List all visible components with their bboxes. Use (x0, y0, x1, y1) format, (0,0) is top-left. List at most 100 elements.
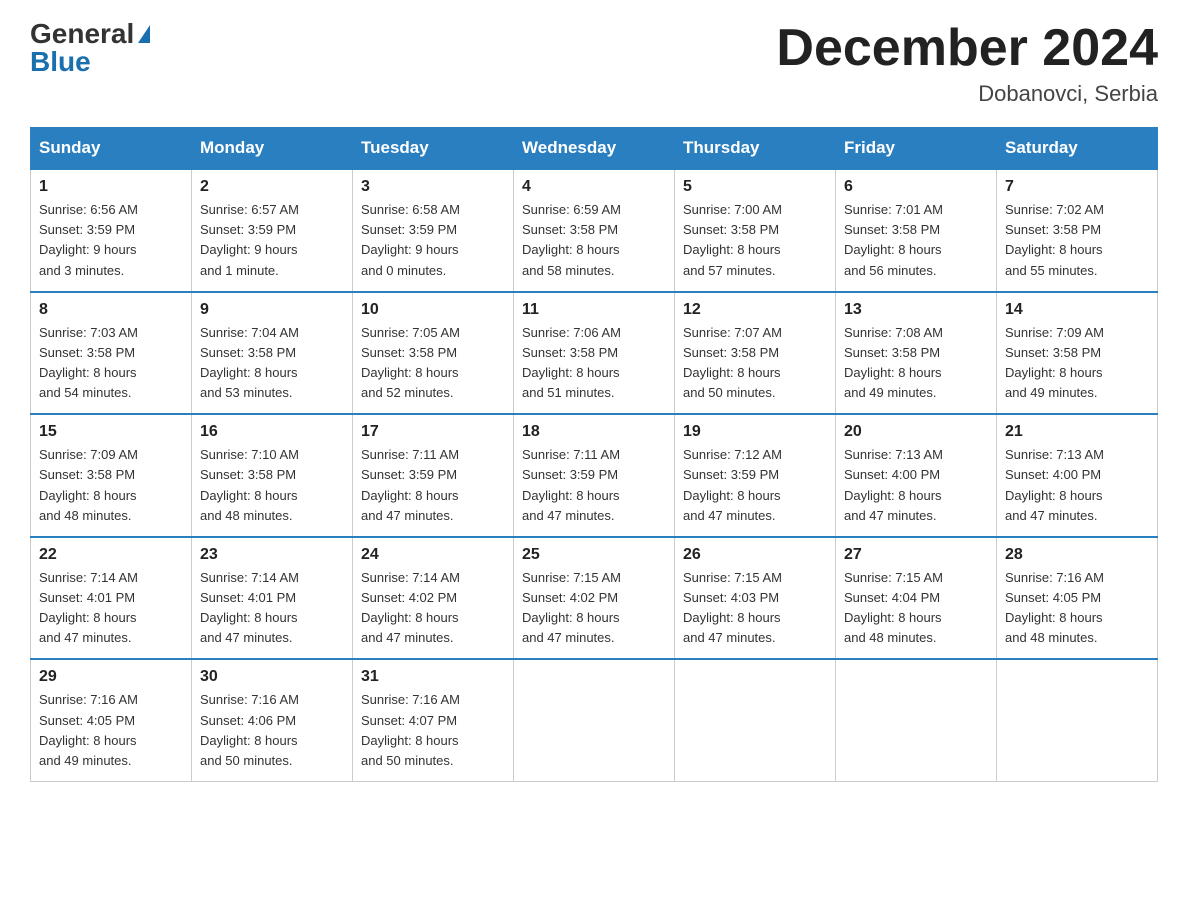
day-info: Sunrise: 7:15 AMSunset: 4:04 PMDaylight:… (844, 568, 988, 649)
weekday-header-wednesday: Wednesday (514, 128, 675, 170)
day-info: Sunrise: 7:02 AMSunset: 3:58 PMDaylight:… (1005, 200, 1149, 281)
day-number: 23 (200, 546, 344, 564)
day-info: Sunrise: 7:14 AMSunset: 4:01 PMDaylight:… (39, 568, 183, 649)
day-info: Sunrise: 7:16 AMSunset: 4:07 PMDaylight:… (361, 690, 505, 771)
calendar-cell: 21Sunrise: 7:13 AMSunset: 4:00 PMDayligh… (997, 414, 1158, 537)
calendar-cell: 31 Sunrise: 7:16 AMSunset: 4:07 PMDayligh… (353, 659, 514, 781)
location-text: Dobanovci, Serbia (776, 81, 1158, 107)
day-number: 27 (844, 546, 988, 564)
day-number: 14 (1005, 301, 1149, 319)
calendar-cell: 11 Sunrise: 7:06 AMSunset: 3:58 PMDayligh… (514, 292, 675, 415)
calendar-cell: 23 Sunrise: 7:14 AMSunset: 4:01 PMDayligh… (192, 537, 353, 660)
weekday-header-thursday: Thursday (675, 128, 836, 170)
day-number: 24 (361, 546, 505, 564)
day-info: Sunrise: 7:16 AMSunset: 4:06 PMDaylight:… (200, 690, 344, 771)
title-block: December 2024 Dobanovci, Serbia (776, 20, 1158, 107)
day-number: 31 (361, 668, 505, 686)
calendar-cell: 22 Sunrise: 7:14 AMSunset: 4:01 PMDayligh… (31, 537, 192, 660)
calendar-cell: 4 Sunrise: 6:59 AMSunset: 3:58 PMDaylight… (514, 169, 675, 292)
day-info: Sunrise: 7:13 AMSunset: 4:00 PMDaylight:… (1005, 445, 1149, 526)
weekday-header-tuesday: Tuesday (353, 128, 514, 170)
calendar-cell: 19 Sunrise: 7:12 AMSunset: 3:59 PMDayligh… (675, 414, 836, 537)
day-number: 20 (844, 423, 988, 441)
day-info: Sunrise: 7:09 AMSunset: 3:58 PMDaylight:… (1005, 323, 1149, 404)
day-number: 8 (39, 301, 183, 319)
calendar-table: SundayMondayTuesdayWednesdayThursdayFrid… (30, 127, 1158, 782)
day-info: Sunrise: 6:56 AMSunset: 3:59 PMDaylight:… (39, 200, 183, 281)
calendar-cell: 10 Sunrise: 7:05 AMSunset: 3:58 PMDayligh… (353, 292, 514, 415)
calendar-week-row: 15 Sunrise: 7:09 AMSunset: 3:58 PMDayligh… (31, 414, 1158, 537)
calendar-cell (997, 659, 1158, 781)
calendar-cell: 2 Sunrise: 6:57 AMSunset: 3:59 PMDaylight… (192, 169, 353, 292)
day-number: 1 (39, 178, 183, 196)
day-info: Sunrise: 7:11 AMSunset: 3:59 PMDaylight:… (522, 445, 666, 526)
calendar-cell (836, 659, 997, 781)
day-number: 11 (522, 301, 666, 319)
day-info: Sunrise: 7:05 AMSunset: 3:58 PMDaylight:… (361, 323, 505, 404)
day-number: 13 (844, 301, 988, 319)
calendar-cell: 29 Sunrise: 7:16 AMSunset: 4:05 PMDayligh… (31, 659, 192, 781)
calendar-cell: 3Sunrise: 6:58 AMSunset: 3:59 PMDaylight… (353, 169, 514, 292)
day-number: 7 (1005, 178, 1149, 196)
calendar-cell: 1 Sunrise: 6:56 AMSunset: 3:59 PMDaylight… (31, 169, 192, 292)
weekday-header-sunday: Sunday (31, 128, 192, 170)
day-info: Sunrise: 7:15 AMSunset: 4:03 PMDaylight:… (683, 568, 827, 649)
calendar-cell: 8 Sunrise: 7:03 AMSunset: 3:58 PMDaylight… (31, 292, 192, 415)
day-info: Sunrise: 7:09 AMSunset: 3:58 PMDaylight:… (39, 445, 183, 526)
calendar-cell: 9Sunrise: 7:04 AMSunset: 3:58 PMDaylight… (192, 292, 353, 415)
day-number: 3 (361, 178, 505, 196)
day-number: 26 (683, 546, 827, 564)
day-number: 28 (1005, 546, 1149, 564)
day-info: Sunrise: 7:16 AMSunset: 4:05 PMDaylight:… (39, 690, 183, 771)
calendar-cell: 12 Sunrise: 7:07 AMSunset: 3:58 PMDayligh… (675, 292, 836, 415)
day-number: 4 (522, 178, 666, 196)
day-info: Sunrise: 7:10 AMSunset: 3:58 PMDaylight:… (200, 445, 344, 526)
day-info: Sunrise: 7:13 AMSunset: 4:00 PMDaylight:… (844, 445, 988, 526)
weekday-header-row: SundayMondayTuesdayWednesdayThursdayFrid… (31, 128, 1158, 170)
calendar-cell: 27 Sunrise: 7:15 AMSunset: 4:04 PMDayligh… (836, 537, 997, 660)
day-info: Sunrise: 7:06 AMSunset: 3:58 PMDaylight:… (522, 323, 666, 404)
logo-triangle-icon (138, 25, 150, 43)
month-title: December 2024 (776, 20, 1158, 77)
day-number: 19 (683, 423, 827, 441)
calendar-cell: 26 Sunrise: 7:15 AMSunset: 4:03 PMDayligh… (675, 537, 836, 660)
logo-blue-text: Blue (30, 48, 91, 76)
day-number: 2 (200, 178, 344, 196)
day-info: Sunrise: 7:12 AMSunset: 3:59 PMDaylight:… (683, 445, 827, 526)
day-info: Sunrise: 7:07 AMSunset: 3:58 PMDaylight:… (683, 323, 827, 404)
calendar-cell: 14 Sunrise: 7:09 AMSunset: 3:58 PMDayligh… (997, 292, 1158, 415)
page-header: General Blue December 2024 Dobanovci, Se… (30, 20, 1158, 107)
calendar-cell: 24Sunrise: 7:14 AMSunset: 4:02 PMDayligh… (353, 537, 514, 660)
day-info: Sunrise: 7:14 AMSunset: 4:01 PMDaylight:… (200, 568, 344, 649)
day-number: 29 (39, 668, 183, 686)
day-info: Sunrise: 7:15 AMSunset: 4:02 PMDaylight:… (522, 568, 666, 649)
calendar-week-row: 8 Sunrise: 7:03 AMSunset: 3:58 PMDaylight… (31, 292, 1158, 415)
day-number: 30 (200, 668, 344, 686)
day-number: 22 (39, 546, 183, 564)
day-number: 9 (200, 301, 344, 319)
day-info: Sunrise: 7:16 AMSunset: 4:05 PMDaylight:… (1005, 568, 1149, 649)
logo: General Blue (30, 20, 150, 76)
weekday-header-saturday: Saturday (997, 128, 1158, 170)
calendar-cell (675, 659, 836, 781)
day-info: Sunrise: 6:57 AMSunset: 3:59 PMDaylight:… (200, 200, 344, 281)
day-number: 15 (39, 423, 183, 441)
calendar-cell: 17Sunrise: 7:11 AMSunset: 3:59 PMDayligh… (353, 414, 514, 537)
day-number: 5 (683, 178, 827, 196)
day-number: 12 (683, 301, 827, 319)
day-info: Sunrise: 6:59 AMSunset: 3:58 PMDaylight:… (522, 200, 666, 281)
day-number: 16 (200, 423, 344, 441)
calendar-cell: 16 Sunrise: 7:10 AMSunset: 3:58 PMDayligh… (192, 414, 353, 537)
day-number: 18 (522, 423, 666, 441)
weekday-header-friday: Friday (836, 128, 997, 170)
calendar-cell: 25 Sunrise: 7:15 AMSunset: 4:02 PMDayligh… (514, 537, 675, 660)
day-number: 25 (522, 546, 666, 564)
calendar-cell (514, 659, 675, 781)
day-number: 17 (361, 423, 505, 441)
day-number: 10 (361, 301, 505, 319)
calendar-cell: 20 Sunrise: 7:13 AMSunset: 4:00 PMDayligh… (836, 414, 997, 537)
calendar-cell: 6Sunrise: 7:01 AMSunset: 3:58 PMDaylight… (836, 169, 997, 292)
calendar-cell: 30 Sunrise: 7:16 AMSunset: 4:06 PMDayligh… (192, 659, 353, 781)
calendar-cell: 18 Sunrise: 7:11 AMSunset: 3:59 PMDayligh… (514, 414, 675, 537)
day-info: Sunrise: 7:03 AMSunset: 3:58 PMDaylight:… (39, 323, 183, 404)
